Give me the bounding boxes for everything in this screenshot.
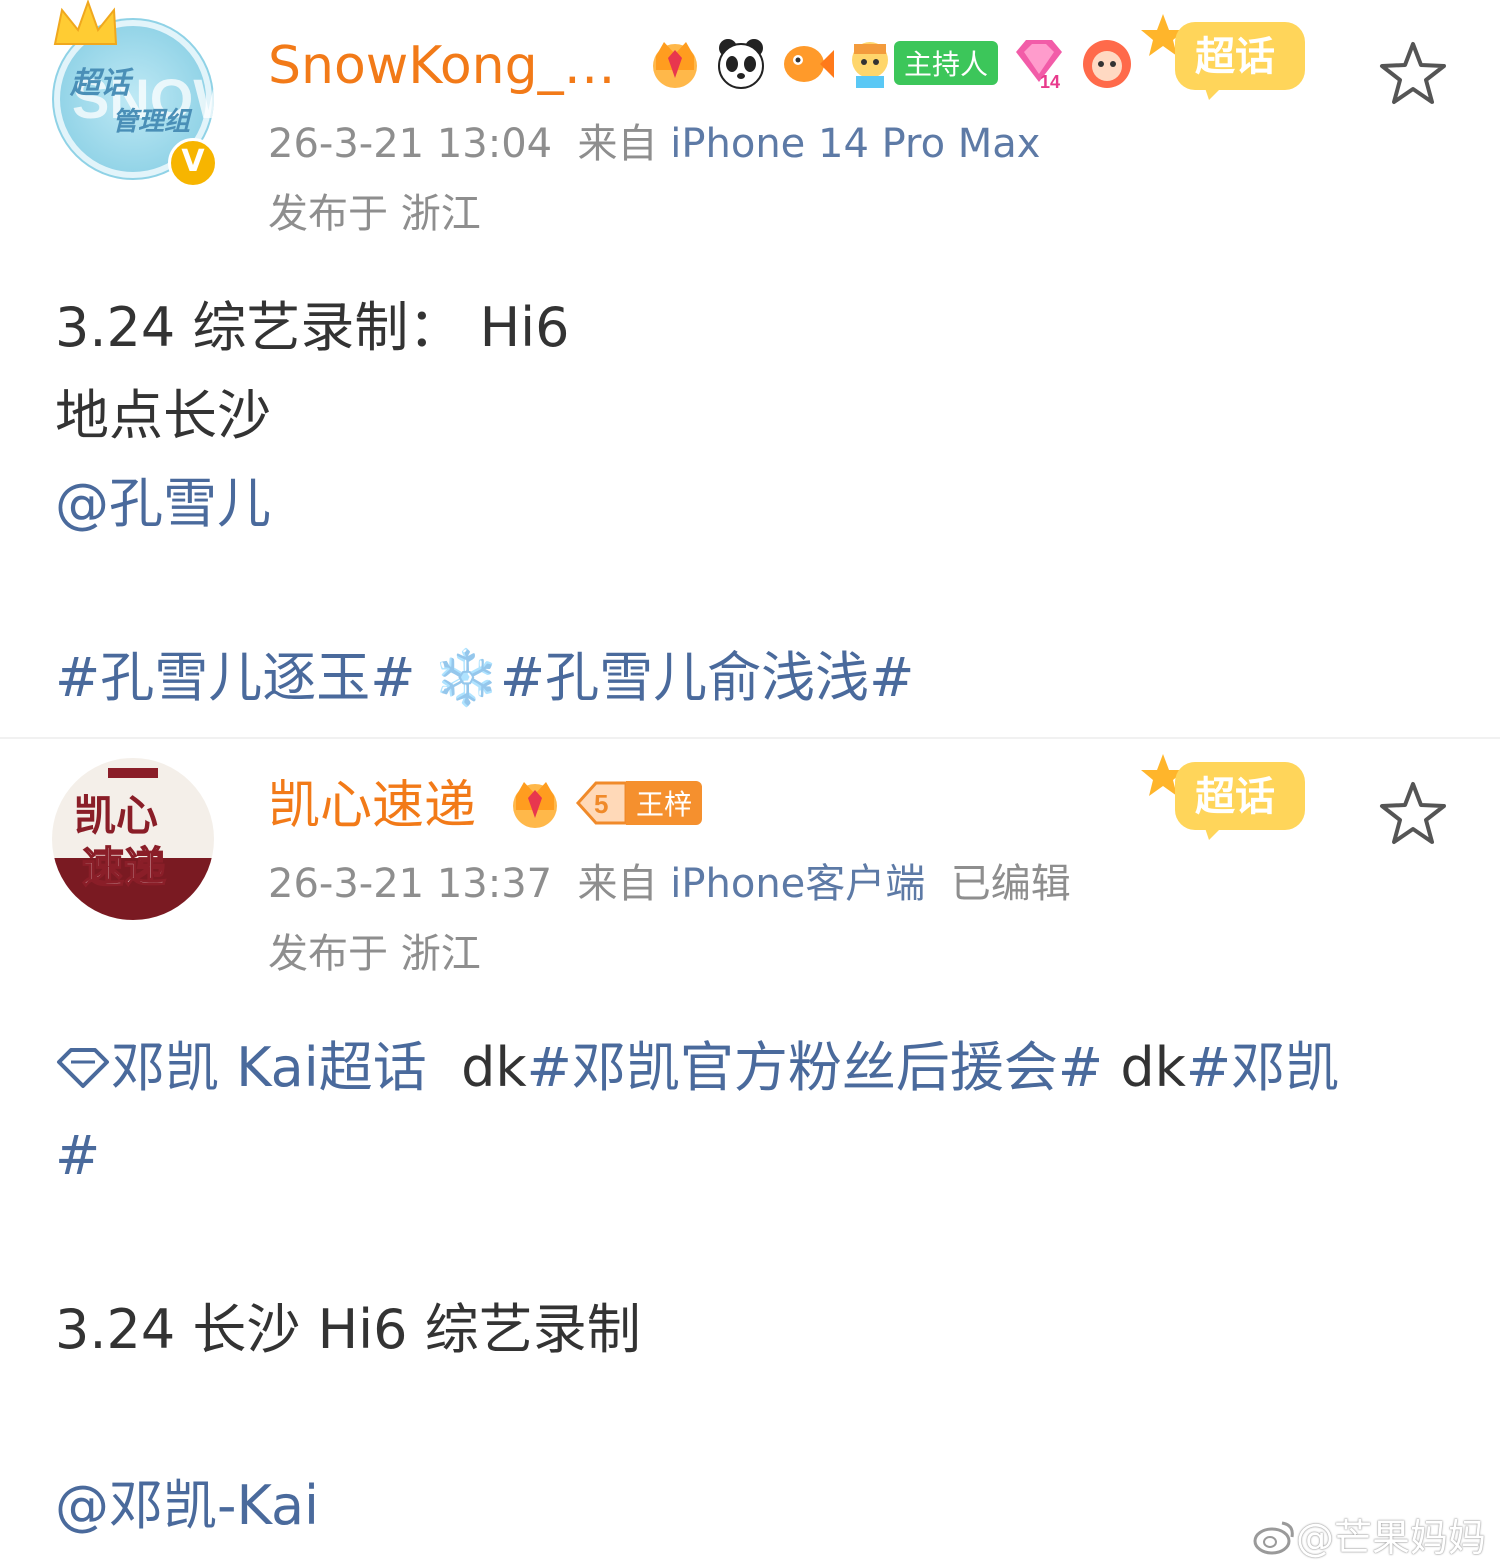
mention-link[interactable]: @邓凯-Kai (55, 1474, 319, 1538)
post-source[interactable]: iPhone客户端 (670, 861, 925, 907)
topic-link[interactable]: 邓凯 Kai超话 (111, 1036, 427, 1099)
fan-level-name: 王梓 (626, 781, 703, 825)
post-meta: 26-3-21 13:37 来自 iPhone客户端 已编辑 (268, 860, 1071, 908)
snowflake-icon: ❄️ (432, 646, 500, 709)
hashtag-link-2-end[interactable]: # (55, 1124, 100, 1188)
fish-icon[interactable] (780, 36, 834, 90)
avatar-image: 凯心 速递 (52, 768, 214, 920)
topic-diamond-icon (57, 1048, 109, 1088)
chaohua-badge[interactable]: 超话 (1135, 748, 1315, 843)
avatar[interactable]: 凯心 速递 (52, 758, 214, 920)
post-location: 发布于 浙江 (268, 191, 481, 237)
badge-row: 主持人 14 (648, 36, 1134, 90)
avatar-label-1: 超话 (69, 66, 134, 101)
source-prefix: 来自 (577, 121, 658, 167)
fan-level-number: 5 (594, 789, 608, 819)
dk-text-1: dk (461, 1036, 527, 1099)
content-topic-line: 邓凯 Kai超话 dk#邓凯官方粉丝后援会# dk#邓凯 (55, 1036, 1339, 1100)
chaohua-label: 超话 (1195, 34, 1275, 80)
favorite-star-button[interactable] (1378, 38, 1448, 108)
crown-level-icon[interactable] (648, 36, 702, 90)
author-name[interactable]: 凯心速递 (268, 776, 476, 836)
post-location: 发布于 浙江 (268, 931, 481, 977)
fan-level-badge[interactable]: 5 王梓 (574, 779, 703, 827)
mention-link[interactable]: @孔雪儿 (55, 472, 271, 536)
hashtag-link-2[interactable]: #孔雪儿俞浅浅# (500, 646, 915, 709)
crown-level-icon[interactable] (508, 776, 562, 830)
avatar-label-2: 速递 (82, 843, 166, 892)
avatar-label-1: 凯心 (74, 791, 158, 840)
post-source[interactable]: iPhone 14 Pro Max (670, 121, 1040, 167)
panda-icon[interactable] (714, 36, 768, 90)
host-character-icon (852, 42, 888, 88)
hashtag-link-1[interactable]: #邓凯官方粉丝后援会# (527, 1036, 1104, 1099)
post-card-1: SNOW 超话 管理组 V SnowKong_… (0, 0, 1500, 738)
post-time: 26-3-21 13:04 (268, 121, 553, 167)
favorite-star-button[interactable] (1378, 778, 1448, 848)
fox-icon[interactable] (1080, 36, 1134, 90)
author-name[interactable]: SnowKong_… (268, 36, 616, 96)
content-line-2: 地点长沙 (55, 384, 271, 447)
chaohua-badge[interactable]: 超话 (1135, 8, 1315, 103)
content-line-1: 3.24 综艺录制： Hi6 (55, 296, 570, 359)
fan-level-diamond-icon: 5 (575, 781, 628, 825)
chaohua-sticker-icon: 超话 (1141, 754, 1305, 840)
badge-row: 5 王梓 (508, 776, 703, 830)
watermark-text: @芒果妈妈 (1295, 1516, 1486, 1560)
edited-label: 已编辑 (950, 861, 1071, 907)
weibo-watermark: @芒果妈妈 (1252, 1507, 1486, 1562)
hashtag-link-1[interactable]: #孔雪儿逐玉# (55, 646, 416, 709)
post-meta: 26-3-21 13:04 来自 iPhone 14 Pro Max (268, 120, 1040, 168)
post-time: 26-3-21 13:37 (268, 861, 553, 907)
host-badge[interactable]: 主持人 (846, 36, 999, 90)
hashtag-line: #孔雪儿逐玉# ❄️#孔雪儿俞浅浅# (55, 646, 914, 710)
weibo-logo-icon (1253, 1521, 1294, 1555)
diamond-level-icon[interactable]: 14 (1010, 36, 1068, 90)
chaohua-sticker-icon: 超话 (1141, 14, 1305, 100)
crown-icon (53, 0, 118, 45)
source-prefix: 来自 (577, 861, 658, 907)
diamond-level-number: 14 (1040, 72, 1060, 90)
post-card-2: 凯心 速递 凯心速递 5 王梓 超话 26-3-21 13:37 来自 iPho… (0, 738, 1500, 1568)
dk-text-2: dk (1120, 1036, 1186, 1099)
avatar-label-2: 管理组 (112, 107, 193, 137)
chaohua-label: 超话 (1195, 774, 1275, 820)
hashtag-link-2[interactable]: #邓凯 (1186, 1036, 1339, 1099)
verified-badge: V (168, 138, 218, 188)
host-badge-label: 主持人 (894, 41, 999, 85)
content-main-line: 3.24 长沙 Hi6 综艺录制 (55, 1298, 641, 1361)
